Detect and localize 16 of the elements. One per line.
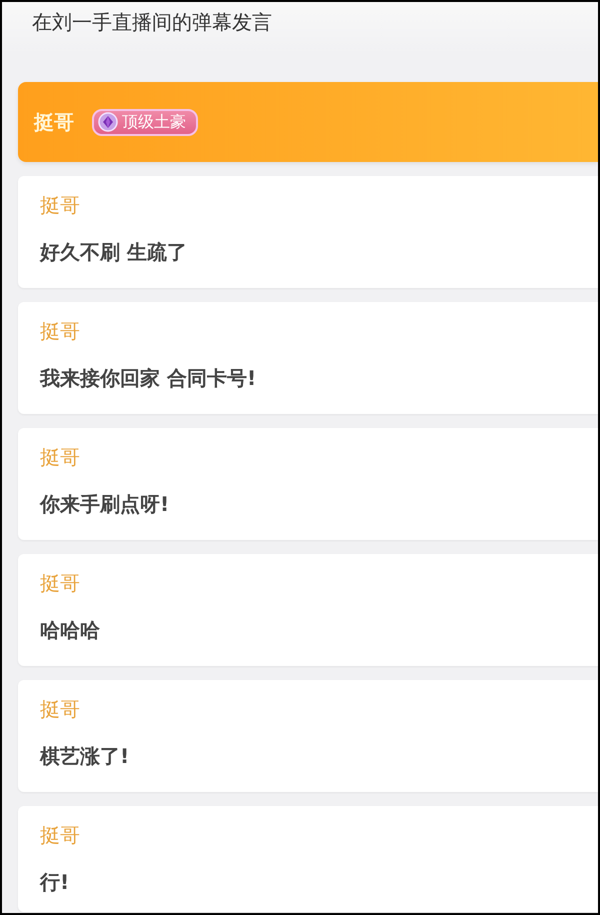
user-name: 挺哥: [40, 822, 81, 849]
message-text: 你来手刷点呀!: [40, 491, 170, 518]
user-name: 挺哥: [34, 108, 74, 136]
user-name: 挺哥: [40, 192, 81, 219]
page-title: 在刘一手直播间的弹幕发言: [32, 8, 272, 36]
user-name: 挺哥: [40, 318, 81, 345]
user-name: 挺哥: [40, 696, 81, 723]
rank-badge: 顶级土豪: [92, 108, 198, 136]
message-text: 哈哈哈: [40, 617, 101, 644]
user-name: 挺哥: [40, 570, 81, 597]
gem-icon: [98, 112, 118, 132]
message-text: 棋艺涨了!: [40, 743, 130, 770]
message-text: 好久不刷 生疏了: [40, 239, 188, 266]
message-text: 行!: [40, 869, 70, 896]
message-text: 我来接你回家 合同卡号!: [40, 365, 258, 392]
user-name: 挺哥: [40, 444, 81, 471]
